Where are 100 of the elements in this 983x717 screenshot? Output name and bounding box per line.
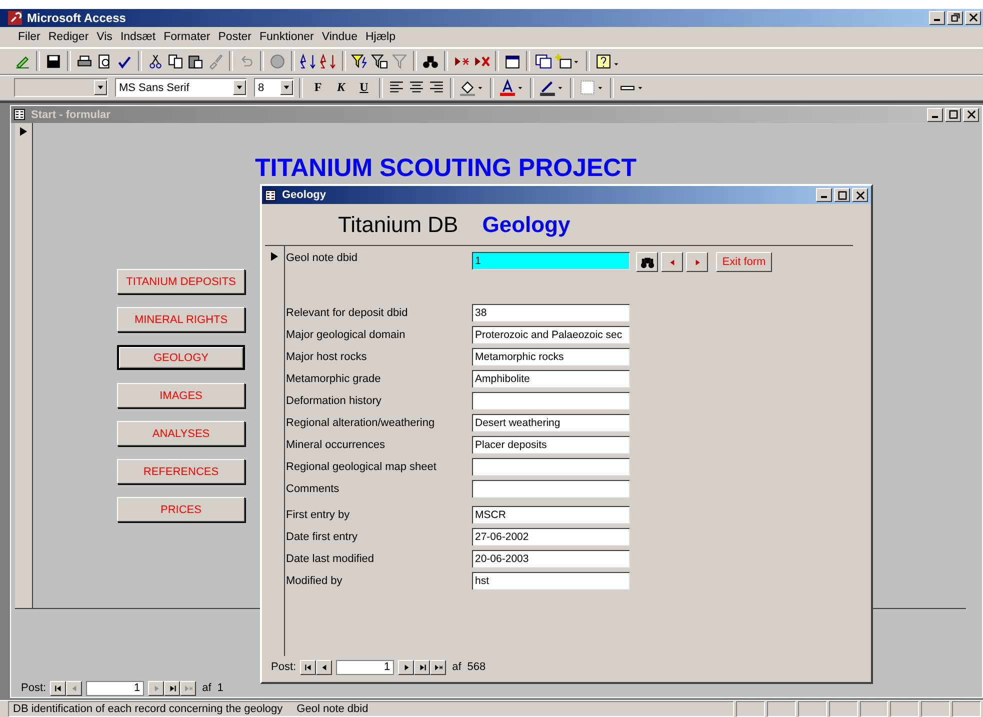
- input-field[interactable]: [472, 392, 630, 410]
- filter-form-icon[interactable]: [371, 52, 388, 70]
- minimize-button[interactable]: [929, 10, 945, 25]
- menu-item[interactable]: Funktioner: [256, 30, 318, 43]
- last-record-button[interactable]: [414, 660, 430, 675]
- filter-selection-icon[interactable]: [351, 52, 368, 70]
- input-field[interactable]: 1: [472, 252, 630, 270]
- minimize-button[interactable]: [816, 188, 832, 202]
- save-icon[interactable]: [45, 52, 62, 70]
- new-record-icon: [184, 684, 193, 693]
- new-record-button[interactable]: [430, 660, 446, 675]
- record-number-field[interactable]: 1: [336, 660, 394, 675]
- input-field[interactable]: Metamorphic rocks: [472, 348, 630, 366]
- field-label: Metamorphic grade: [285, 373, 382, 386]
- first-record-button[interactable]: [300, 660, 316, 675]
- close-button[interactable]: [965, 10, 981, 25]
- field-label: Deformation history: [285, 395, 382, 408]
- close-button[interactable]: [852, 188, 868, 202]
- previous-record-button[interactable]: [316, 660, 332, 675]
- font-style-button[interactable]: K: [331, 78, 351, 98]
- input-field[interactable]: Placer deposits: [472, 436, 630, 454]
- menu-item[interactable]: Indsæt: [116, 30, 160, 43]
- fill-bucket-icon[interactable]: [459, 79, 476, 96]
- input-field[interactable]: [472, 458, 630, 476]
- status-message: DB identification of each record concerning the geology: [13, 703, 283, 716]
- record-count: 1: [217, 682, 224, 694]
- copy-icon[interactable]: [167, 52, 184, 70]
- database-window-icon[interactable]: [535, 52, 552, 70]
- field-label: Date first entry: [285, 531, 359, 544]
- font-color-icon[interactable]: [499, 79, 516, 96]
- line-color-icon[interactable]: [539, 79, 556, 96]
- input-field[interactable]: Amphibolite: [472, 370, 630, 388]
- new-object-icon[interactable]: [555, 52, 572, 70]
- form-title: Start - formular: [31, 108, 110, 121]
- new-record-icon: [434, 662, 443, 672]
- sort-ascending-icon[interactable]: [300, 52, 317, 70]
- field-label: Major host rocks: [285, 351, 368, 364]
- minimize-button[interactable]: [927, 108, 943, 122]
- field-label: Regional alteration/weathering: [285, 417, 436, 430]
- status-field-name: Geol note dbid: [296, 703, 368, 716]
- maximize-button[interactable]: [945, 108, 961, 122]
- first-record-icon: [304, 662, 313, 672]
- scissors-icon[interactable]: [147, 52, 164, 70]
- first-record-button[interactable]: [50, 680, 66, 696]
- record-number-field[interactable]: 1: [86, 680, 144, 696]
- field-label: Geol note dbid: [285, 252, 359, 264]
- minimize-icon: [934, 18, 940, 21]
- input-field[interactable]: [472, 480, 630, 498]
- menu-item[interactable]: Filer: [14, 30, 44, 43]
- menu-item[interactable]: Formater: [160, 30, 214, 43]
- close-icon: [856, 190, 864, 200]
- input-field[interactable]: 27-06-2002: [472, 528, 630, 546]
- sort-descending-icon[interactable]: [320, 52, 337, 70]
- close-button[interactable]: [963, 108, 979, 122]
- record-count-label: af: [452, 661, 462, 674]
- font-style-button[interactable]: U: [354, 78, 374, 98]
- last-record-icon: [418, 662, 427, 672]
- search-button[interactable]: [636, 252, 658, 272]
- record-label: Post:: [271, 661, 296, 674]
- next-button[interactable]: [686, 252, 708, 272]
- dropdown-arrow-icon: [97, 84, 104, 92]
- field-label: Mineral occurrences: [285, 439, 386, 452]
- field-label: Comments: [285, 483, 340, 496]
- record-label: Post:: [21, 682, 46, 694]
- form-heading: Titanium DB: [338, 212, 458, 238]
- previous-button[interactable]: [661, 252, 683, 272]
- paste-icon[interactable]: [187, 52, 204, 70]
- close-icon: [968, 13, 978, 22]
- input-field[interactable]: Proterozoic and Palaeozoic sec: [472, 326, 630, 344]
- menu-item[interactable]: Poster: [214, 30, 256, 43]
- last-record-icon: [168, 684, 177, 693]
- current-record-icon: [20, 127, 27, 136]
- record-selector[interactable]: [15, 123, 33, 608]
- input-field[interactable]: MSCR: [472, 506, 630, 524]
- last-record-button[interactable]: [164, 680, 180, 696]
- help-icon[interactable]: [595, 52, 612, 70]
- maximize-button[interactable]: [834, 188, 850, 202]
- object-dropdown[interactable]: [14, 78, 108, 98]
- input-field[interactable]: Desert weathering: [472, 414, 630, 432]
- menu-item[interactable]: Vis: [92, 30, 116, 43]
- first-record-icon: [54, 684, 63, 693]
- menu-item[interactable]: Hjælp: [361, 30, 400, 43]
- field-label: Relevant for deposit dbid: [285, 307, 409, 320]
- input-field[interactable]: hst: [472, 572, 630, 590]
- input-field[interactable]: 38: [472, 304, 630, 322]
- font-size-dropdown[interactable]: 8: [254, 78, 294, 98]
- menu-item[interactable]: Vindue: [318, 30, 362, 43]
- restore-button[interactable]: [947, 10, 963, 25]
- record-count: 568: [467, 661, 486, 674]
- menu-item[interactable]: Rediger: [44, 30, 93, 43]
- font-dropdown[interactable]: MS Sans Serif: [115, 78, 247, 98]
- maximize-icon: [948, 110, 958, 120]
- next-record-button[interactable]: [398, 660, 414, 675]
- maximize-icon: [838, 190, 846, 200]
- dropdown-arrow-icon: [283, 84, 290, 92]
- form-heading: TITANIUM SCOUTING PROJECT: [255, 154, 636, 182]
- properties-icon[interactable]: [504, 52, 521, 70]
- input-field[interactable]: 20-06-2003: [472, 550, 630, 568]
- font-style-button[interactable]: F: [308, 78, 328, 98]
- current-record-icon: [271, 252, 278, 262]
